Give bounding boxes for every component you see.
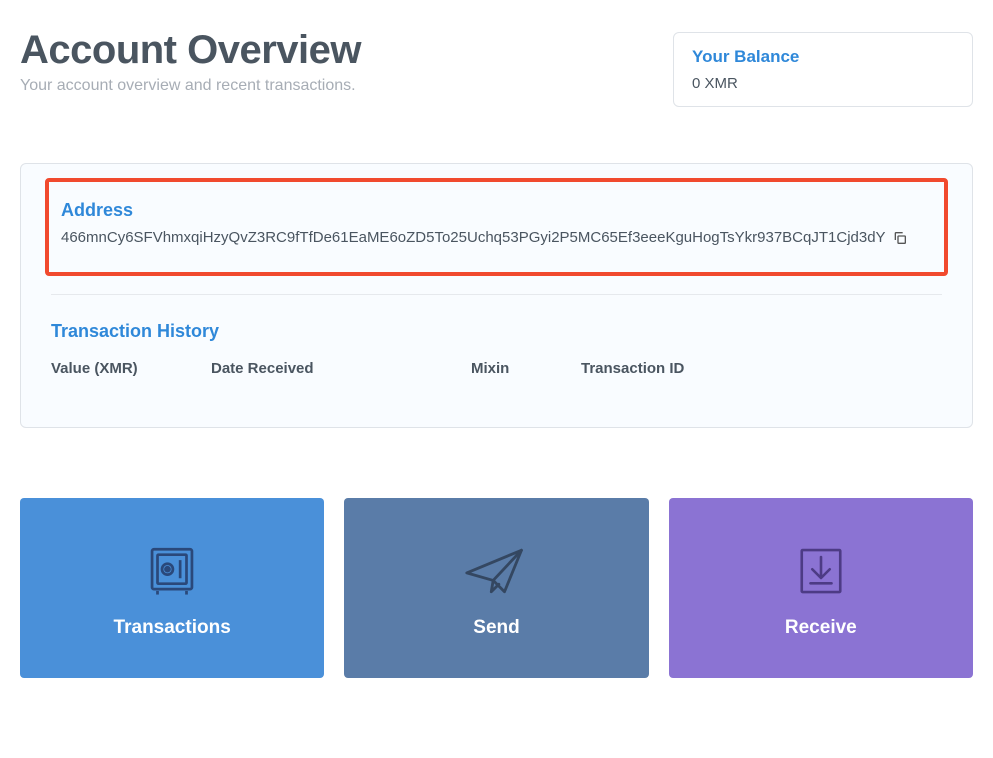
safe-icon — [143, 537, 201, 605]
address-label: Address — [61, 200, 932, 221]
send-tile-label: Send — [473, 617, 519, 639]
col-mixin-header: Mixin — [471, 360, 581, 377]
header-row: Account Overview Your account overview a… — [20, 0, 973, 107]
copy-icon[interactable] — [892, 230, 908, 246]
col-txid-header: Transaction ID — [581, 360, 942, 377]
page-subtitle: Your account overview and recent transac… — [20, 77, 361, 95]
col-date-header: Date Received — [211, 360, 471, 377]
receive-tile-label: Receive — [785, 617, 857, 639]
page-title: Account Overview — [20, 28, 361, 73]
transactions-tile[interactable]: Transactions — [20, 498, 324, 678]
overview-panel: Address 466mnCy6SFVhmxqiHzyQvZ3RC9fTfDe6… — [20, 163, 973, 428]
balance-card: Your Balance 0 XMR — [673, 32, 973, 107]
receive-tile[interactable]: Receive — [669, 498, 973, 678]
transactions-tile-label: Transactions — [114, 617, 231, 639]
download-icon — [793, 537, 849, 605]
divider — [51, 294, 942, 295]
address-value: 466mnCy6SFVhmxqiHzyQvZ3RC9fTfDe61EaME6oZ… — [61, 229, 886, 246]
col-value-header: Value (XMR) — [51, 360, 211, 377]
address-row: 466mnCy6SFVhmxqiHzyQvZ3RC9fTfDe61EaME6oZ… — [61, 229, 932, 246]
transactions-label: Transaction History — [51, 321, 942, 342]
transactions-headers: Value (XMR) Date Received Mixin Transact… — [51, 360, 942, 377]
title-block: Account Overview Your account overview a… — [20, 28, 361, 95]
balance-value: 0 XMR — [692, 75, 954, 92]
action-tiles: Transactions Send Receive — [20, 498, 973, 718]
balance-label: Your Balance — [692, 47, 954, 67]
address-highlight: Address 466mnCy6SFVhmxqiHzyQvZ3RC9fTfDe6… — [45, 178, 948, 276]
paper-plane-icon — [463, 537, 529, 605]
send-tile[interactable]: Send — [344, 498, 648, 678]
